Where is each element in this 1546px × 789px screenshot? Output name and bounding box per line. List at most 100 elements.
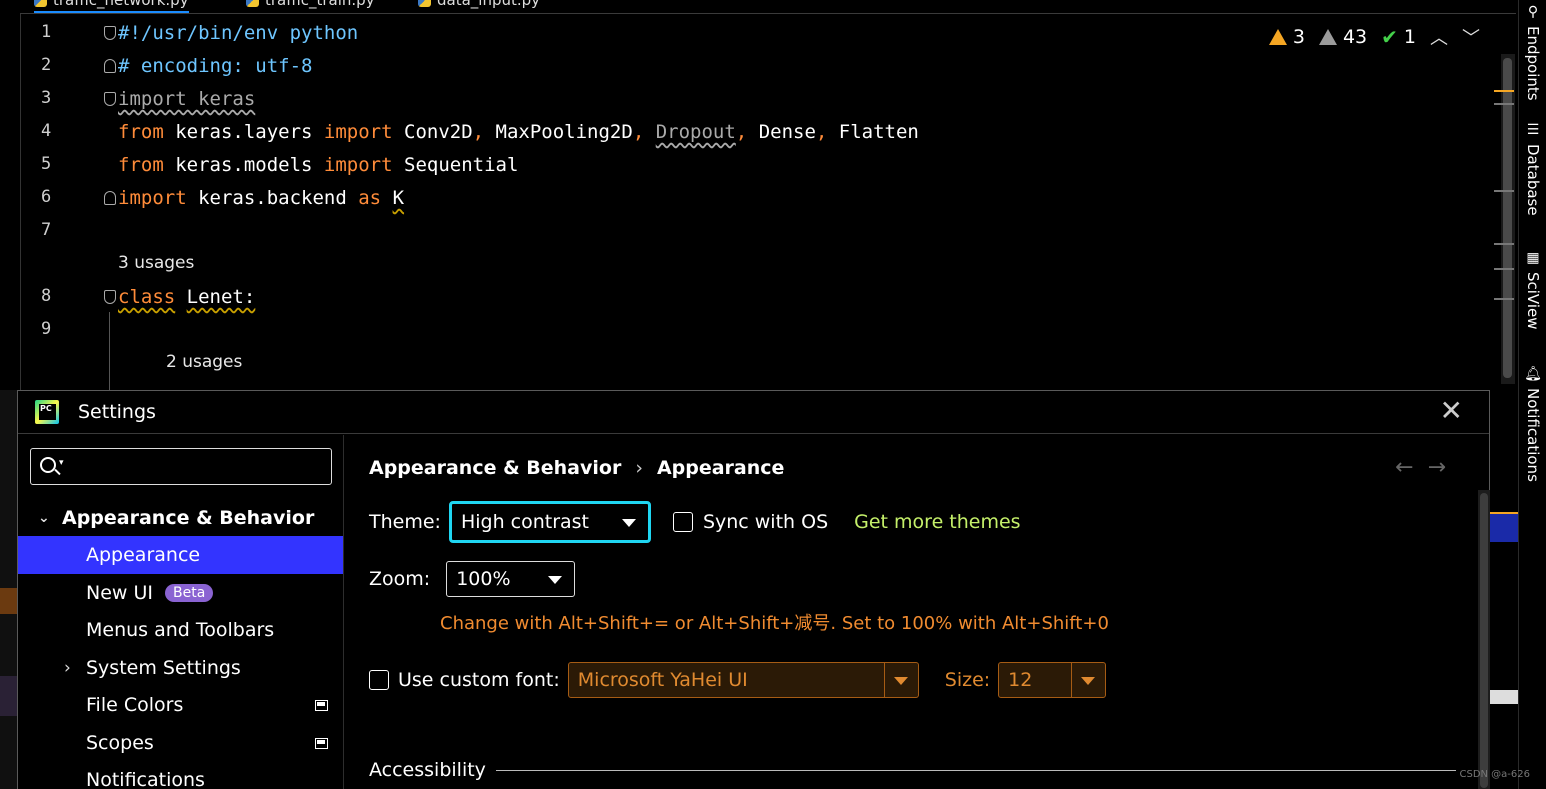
warning-icon (1268, 29, 1287, 45)
back-arrow-icon[interactable]: ← (1395, 455, 1427, 480)
breadcrumb: Appearance & Behavior › Appearance (369, 457, 784, 479)
typo-check-icon: ✔ (1381, 25, 1398, 49)
code-line-2: # encoding: utf-8 (118, 55, 313, 77)
zoom-hint: Change with Alt+Shift+= or Alt+Shift+减号.… (440, 613, 1109, 634)
usages-hint[interactable]: 3 usages (118, 253, 194, 273)
code-line-6: import keras.backend as K (118, 187, 405, 209)
chevron-down-icon (1081, 677, 1096, 685)
project-level-icon (315, 700, 328, 711)
settings-content: Appearance & Behavior › Appearance ←→ Them… (345, 435, 1490, 789)
breadcrumb-parent[interactable]: Appearance & Behavior (369, 457, 621, 479)
breadcrumb-current: Appearance (656, 457, 785, 479)
tab-traffic-network[interactable]: traffic_network.py (34, 0, 189, 13)
fold-marker-icon[interactable] (104, 26, 116, 40)
bell-icon: 🔔︎ (1524, 366, 1542, 382)
indent-guide (109, 312, 110, 392)
background-mark (1490, 690, 1518, 704)
sync-os-checkbox[interactable] (672, 512, 693, 532)
settings-search[interactable]: ▾ (30, 448, 332, 485)
chevron-down-icon[interactable]: ▾ (59, 458, 64, 468)
section-divider (495, 769, 1456, 771)
dialog-title: Settings (78, 401, 156, 423)
theme-row: Theme: High contrast Sync with OS Get mo… (369, 501, 1021, 543)
breadcrumb-separator: › (635, 457, 643, 479)
database-tool-button[interactable]: ☰ Database (1521, 122, 1545, 216)
search-input[interactable] (69, 453, 319, 479)
tree-item-file-colors[interactable]: File Colors (18, 686, 343, 724)
sync-os-label[interactable]: Sync with OS (703, 511, 828, 533)
line-number: 3 (41, 88, 52, 108)
watermark: CSDN @a-626 (1459, 769, 1530, 780)
tree-item-system-settings[interactable]: › System Settings (18, 649, 343, 687)
chevron-down-icon (893, 677, 908, 685)
beta-badge: Beta (165, 584, 214, 602)
content-scroll-thumb[interactable] (1480, 493, 1488, 788)
editor-scroll-thumb[interactable] (1503, 58, 1512, 378)
font-family-select[interactable]: Microsoft YaHei UI (567, 662, 919, 698)
error-stripe-mark (1494, 90, 1514, 92)
custom-font-label[interactable]: Use custom font: (398, 669, 560, 691)
tab-data-input[interactable]: data_input.py (418, 0, 540, 13)
chevron-up-icon[interactable]: ︿ (1430, 24, 1448, 50)
editor-tab-bar: traffic_network.py traffic_train.py data… (20, 0, 1516, 14)
settings-dialog: Settings ✕ ▾ ⌄ Appearance & Behavior App… (17, 390, 1490, 789)
project-level-icon (315, 738, 328, 749)
error-stripe-mark (1494, 243, 1514, 245)
fold-marker-icon[interactable] (104, 290, 116, 304)
right-tool-window-bar: ⚲ Endpoints ☰ Database ▦ SciView 🔔︎ Noti… (1518, 0, 1546, 789)
chevron-down-icon[interactable]: ﹀ (1462, 24, 1480, 50)
tree-item-scopes[interactable]: Scopes (18, 724, 343, 762)
database-icon: ☰ (1526, 122, 1540, 138)
tree-group-appearance-behavior[interactable]: ⌄ Appearance & Behavior (18, 499, 343, 537)
font-size-select[interactable]: 12 (998, 662, 1107, 698)
tree-item-appearance[interactable]: Appearance (18, 536, 343, 574)
usages-hint[interactable]: 2 usages (166, 352, 242, 372)
chevron-down-icon (548, 576, 563, 584)
chevron-down-icon (621, 519, 636, 527)
close-icon[interactable]: ✕ (1440, 395, 1463, 427)
accessibility-section: Accessibility (369, 759, 1456, 781)
python-file-icon (418, 0, 431, 7)
section-title: Accessibility (369, 759, 486, 781)
line-number: 7 (41, 220, 52, 240)
error-stripe-mark (1494, 268, 1514, 270)
sciview-tool-button[interactable]: ▦ SciView (1521, 250, 1545, 330)
weak-warnings-count[interactable]: 43 (1318, 26, 1367, 48)
custom-font-row: Use custom font: Microsoft YaHei UI Size… (369, 662, 1107, 698)
zoom-select[interactable]: 100% (446, 561, 576, 597)
endpoints-tool-button[interactable]: ⚲ Endpoints (1521, 4, 1545, 101)
typos-count[interactable]: ✔ 1 (1381, 25, 1416, 49)
line-number: 4 (41, 121, 52, 141)
tab-traffic-train[interactable]: traffic_train.py (246, 0, 375, 13)
code-line-5: from keras.models import Sequential (118, 154, 519, 176)
history-nav: ←→ (1395, 455, 1460, 480)
tree-item-notifications[interactable]: Notifications (18, 761, 343, 789)
theme-select[interactable]: High contrast (448, 501, 651, 543)
gutter-divider (20, 14, 21, 390)
python-file-icon (34, 0, 47, 7)
tree-item-new-ui[interactable]: New UI Beta (18, 574, 343, 612)
code-line-3: import keras (118, 88, 256, 110)
line-number: 2 (41, 55, 52, 75)
background-mark (1490, 512, 1518, 542)
fold-marker-icon[interactable] (104, 59, 116, 73)
error-stripe-mark (1494, 298, 1514, 300)
code-line-1: #!/usr/bin/env python (118, 22, 359, 44)
get-more-themes-link[interactable]: Get more themes (854, 511, 1020, 533)
notifications-tool-button[interactable]: 🔔︎ Notifications (1521, 366, 1545, 482)
inspection-widget[interactable]: 3 43 ✔ 1 ︿ ﹀ (1268, 24, 1480, 50)
zoom-label: Zoom: (369, 568, 431, 590)
chevron-right-icon[interactable]: › (64, 658, 71, 678)
fold-marker-icon[interactable] (104, 191, 116, 205)
error-stripe-mark (1494, 103, 1514, 105)
search-icon (40, 457, 56, 473)
custom-font-checkbox[interactable] (369, 670, 389, 690)
sciview-icon: ▦ (1526, 250, 1540, 266)
forward-arrow-icon[interactable]: → (1428, 455, 1460, 480)
fold-marker-icon[interactable] (104, 92, 116, 106)
line-number: 8 (41, 286, 52, 306)
warnings-count[interactable]: 3 (1268, 26, 1305, 48)
dialog-title-bar[interactable]: Settings ✕ (18, 391, 1489, 434)
tree-item-menus-toolbars[interactable]: Menus and Toolbars (18, 611, 343, 649)
code-editor[interactable]: traffic_network.py traffic_train.py data… (0, 0, 1518, 392)
